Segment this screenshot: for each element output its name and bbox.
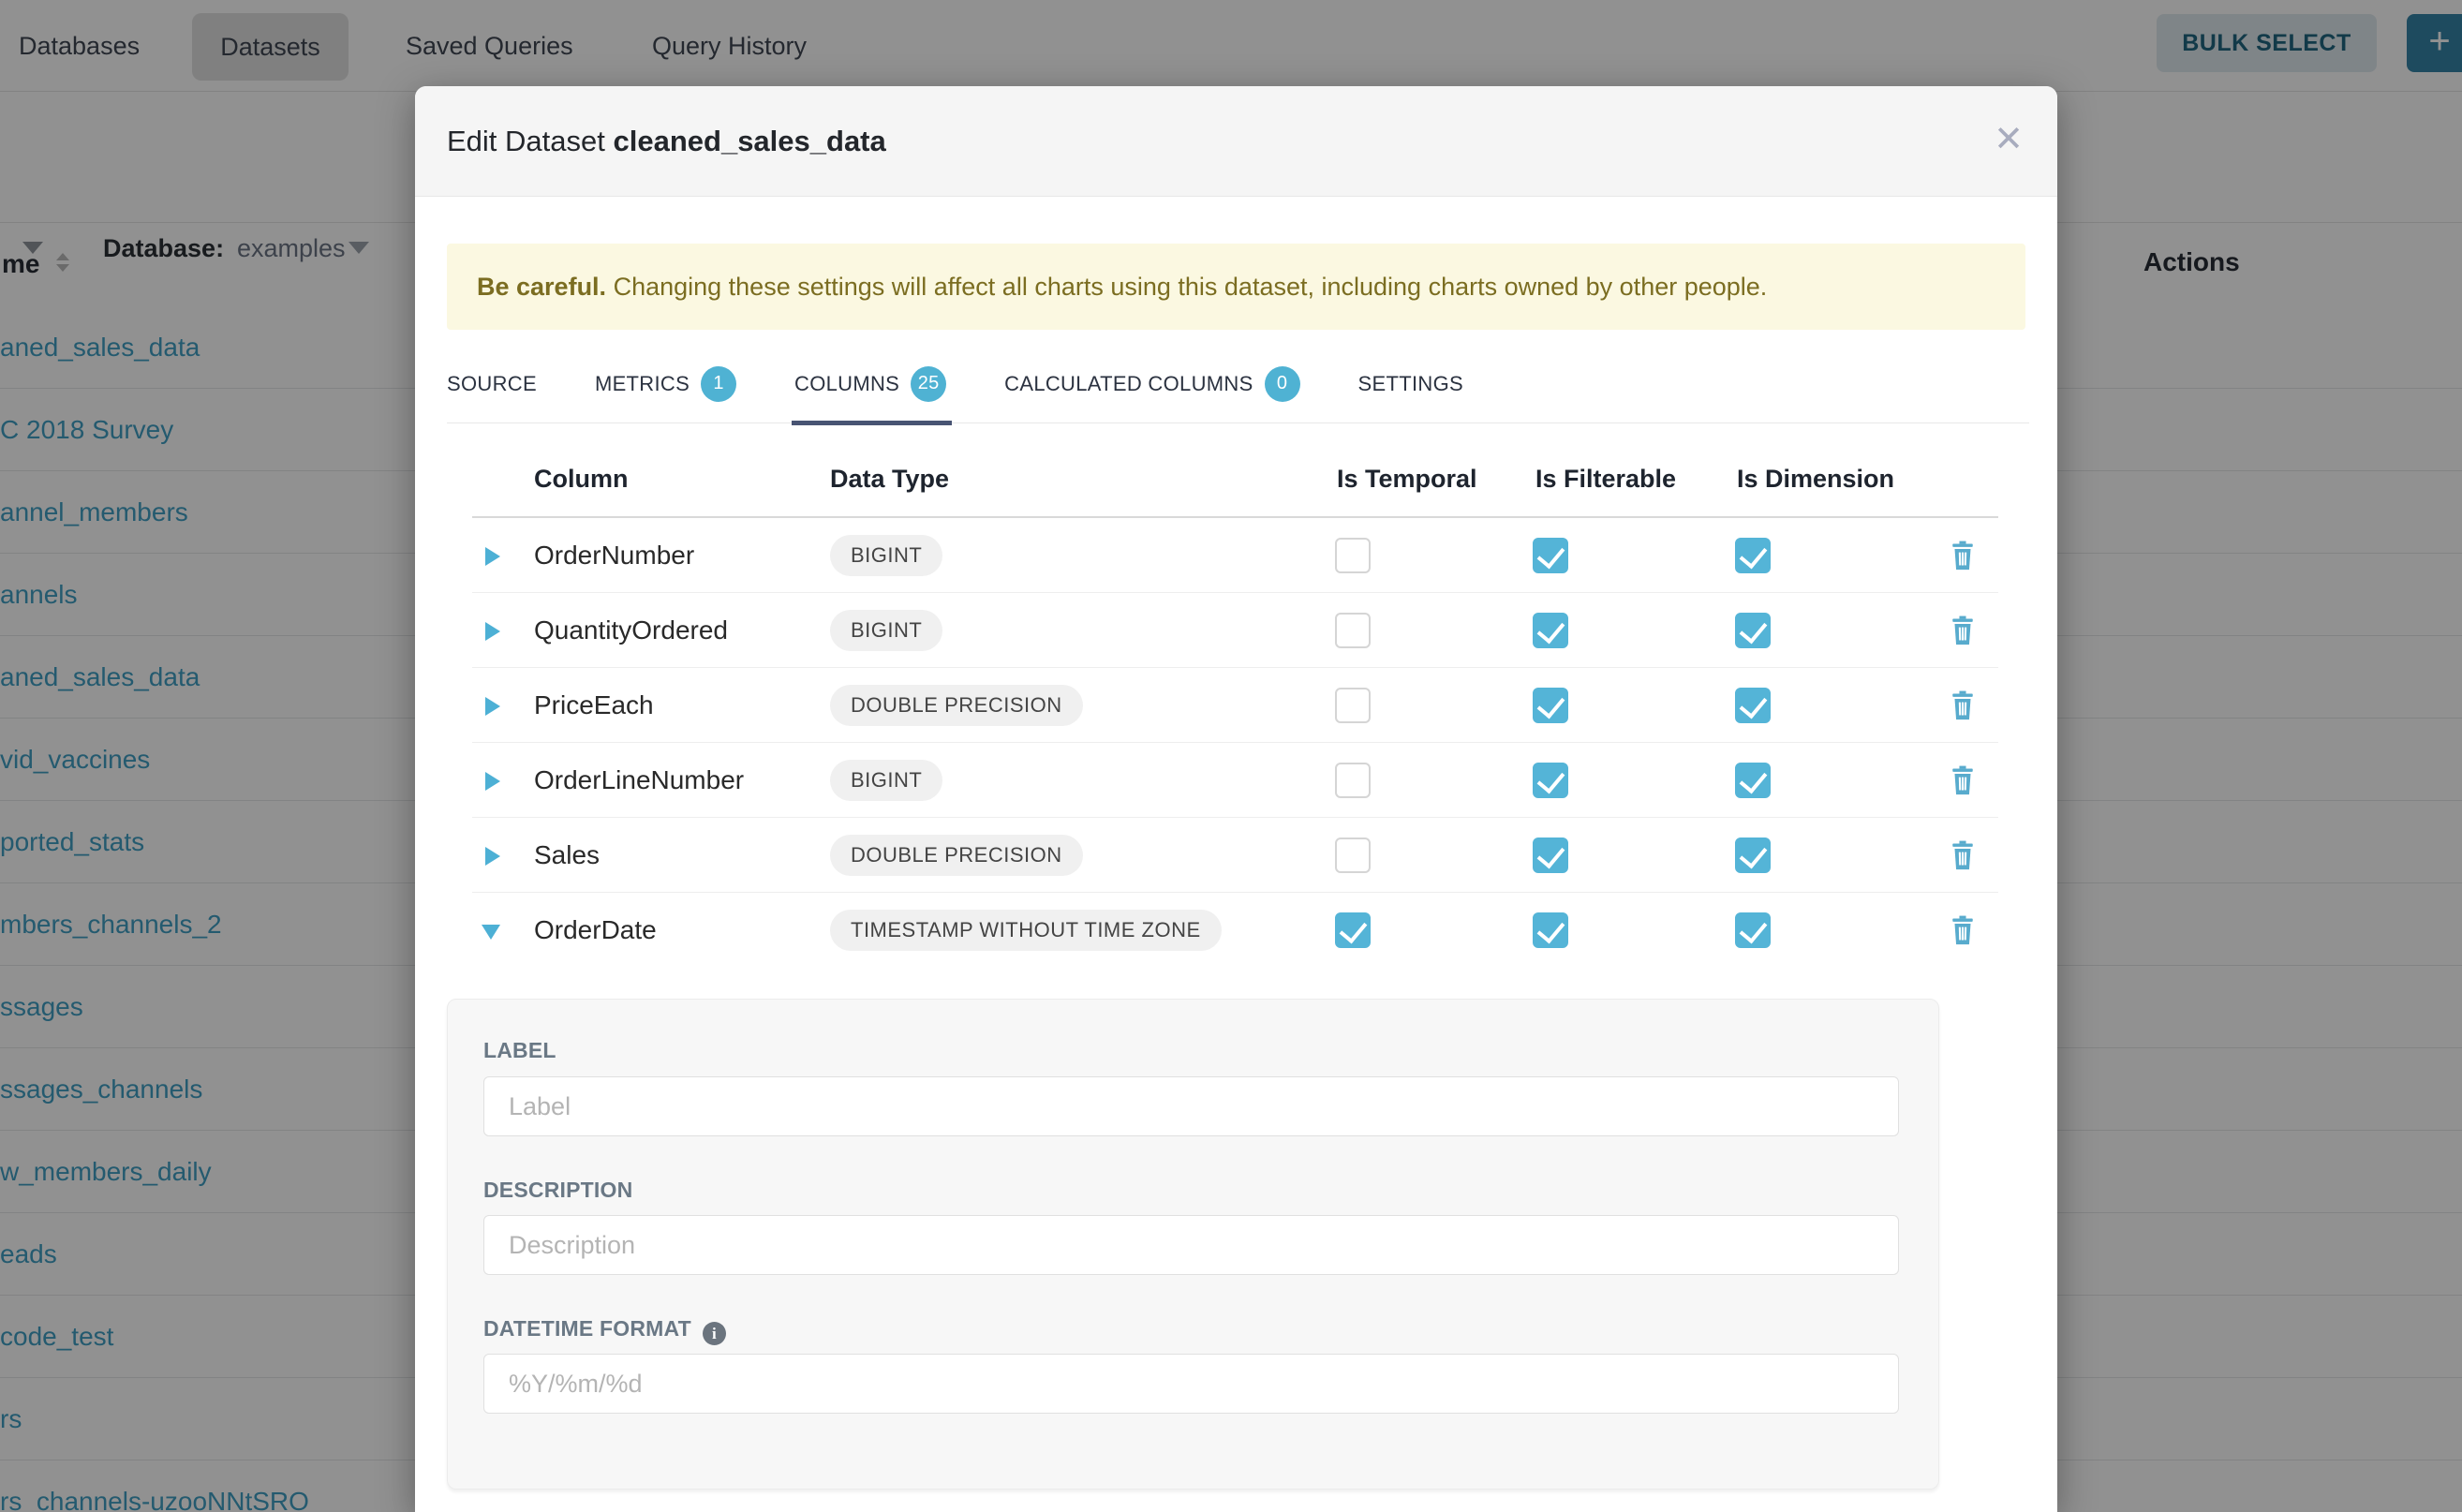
expand-caret-icon[interactable] [485,697,500,716]
column-row: OrderLineNumber BIGINT [472,743,1998,818]
is-temporal-checkbox[interactable] [1335,688,1371,723]
trash-icon[interactable] [1948,540,1978,571]
columns-table: Column Data Type Is Temporal Is Filterab… [472,423,1998,968]
modal-title: Edit Dataset cleaned_sales_data [447,86,886,197]
collapse-caret-icon[interactable] [482,925,500,940]
column-detail-panel: LABEL DESCRIPTION DATETIME FORMAT [447,999,1939,1490]
expand-caret-icon[interactable] [485,772,500,791]
modal-title-prefix: Edit Dataset [447,125,605,157]
column-name: Sales [534,818,600,893]
is-dimension-checkbox[interactable] [1735,613,1771,648]
is-temporal-checkbox[interactable] [1335,538,1371,573]
column-name: PriceEach [534,668,654,743]
data-type-pill: BIGINT [830,610,942,651]
label-field-label: LABEL [483,1038,556,1063]
is-dimension-checkbox[interactable] [1735,688,1771,723]
data-type-pill: BIGINT [830,760,942,801]
tab-label: METRICS [595,372,690,396]
close-icon[interactable]: ✕ [1994,86,2024,197]
columns-count-badge: 25 [911,366,946,402]
is-filterable-checkbox[interactable] [1533,763,1568,798]
is-dimension-checkbox[interactable] [1735,912,1771,948]
expand-caret-icon[interactable] [485,847,500,866]
metrics-count-badge: 1 [701,366,736,402]
description-field-label: DESCRIPTION [483,1178,632,1203]
column-row: OrderDate TIMESTAMP WITHOUT TIME ZONE [472,893,1998,968]
is-filterable-checkbox[interactable] [1533,688,1568,723]
datetime-format-input[interactable] [483,1354,1899,1414]
trash-icon[interactable] [1948,689,1978,721]
column-name: OrderLineNumber [534,743,744,818]
is-filterable-checkbox[interactable] [1533,613,1568,648]
is-filterable-checkbox[interactable] [1533,838,1568,873]
is-temporal-checkbox[interactable] [1335,763,1371,798]
trash-icon[interactable] [1948,615,1978,646]
modal-header: Edit Dataset cleaned_sales_data ✕ [415,86,2057,197]
tab-label: CALCULATED COLUMNS [1004,372,1253,396]
expand-caret-icon[interactable] [485,622,500,641]
modal-tabs: SOURCE METRICS 1 COLUMNS 25 CALCULATED C… [447,345,2029,423]
header-is-temporal: Is Temporal [1337,465,1477,494]
header-data-type: Data Type [830,465,949,494]
tab-settings[interactable]: SETTINGS [1358,345,1463,422]
data-type-pill: DOUBLE PRECISION [830,835,1083,876]
column-row: PriceEach DOUBLE PRECISION [472,668,1998,743]
trash-icon[interactable] [1948,914,1978,946]
info-icon[interactable] [703,1322,726,1345]
tab-label: SETTINGS [1358,372,1463,396]
warning-bold: Be careful. [477,273,606,301]
is-temporal-checkbox[interactable] [1335,838,1371,873]
is-temporal-checkbox[interactable] [1335,613,1371,648]
calculated-columns-count-badge: 0 [1265,366,1300,402]
trash-icon[interactable] [1948,839,1978,871]
header-column: Column [534,465,629,494]
is-filterable-checkbox[interactable] [1533,538,1568,573]
datetime-format-field-label: DATETIME FORMAT [483,1316,726,1345]
screen: Databases Datasets Saved Queries Query H… [0,0,2462,1512]
tab-calculated-columns[interactable]: CALCULATED COLUMNS 0 [1004,345,1299,422]
tab-metrics[interactable]: METRICS 1 [595,345,736,422]
description-input[interactable] [483,1215,1899,1275]
header-is-dimension: Is Dimension [1737,465,1894,494]
warning-banner: Be careful. Changing these settings will… [447,244,2025,330]
warning-text: Changing these settings will affect all … [606,273,1767,301]
is-dimension-checkbox[interactable] [1735,538,1771,573]
modal-title-dataset-name: cleaned_sales_data [614,125,886,157]
header-is-filterable: Is Filterable [1535,465,1676,494]
label-input[interactable] [483,1076,1899,1136]
edit-dataset-modal: Edit Dataset cleaned_sales_data ✕ Be car… [415,86,2057,1512]
data-type-pill: BIGINT [830,535,942,576]
column-name: OrderDate [534,893,657,968]
is-dimension-checkbox[interactable] [1735,763,1771,798]
tab-columns[interactable]: COLUMNS 25 [794,345,946,422]
trash-icon[interactable] [1948,764,1978,796]
datetime-format-label-text: DATETIME FORMAT [483,1316,691,1341]
data-type-pill: DOUBLE PRECISION [830,685,1083,726]
is-temporal-checkbox[interactable] [1335,912,1371,948]
column-row: QuantityOrdered BIGINT [472,593,1998,668]
is-filterable-checkbox[interactable] [1533,912,1568,948]
columns-table-header: Column Data Type Is Temporal Is Filterab… [472,423,1998,518]
tab-label: COLUMNS [794,372,899,396]
column-row: OrderNumber BIGINT [472,518,1998,593]
column-name: OrderNumber [534,518,694,593]
is-dimension-checkbox[interactable] [1735,838,1771,873]
data-type-pill: TIMESTAMP WITHOUT TIME ZONE [830,910,1222,951]
expand-caret-icon[interactable] [485,547,500,566]
column-name: QuantityOrdered [534,593,728,668]
tab-label: SOURCE [447,372,537,396]
column-row: Sales DOUBLE PRECISION [472,818,1998,893]
tab-source[interactable]: SOURCE [447,345,537,422]
